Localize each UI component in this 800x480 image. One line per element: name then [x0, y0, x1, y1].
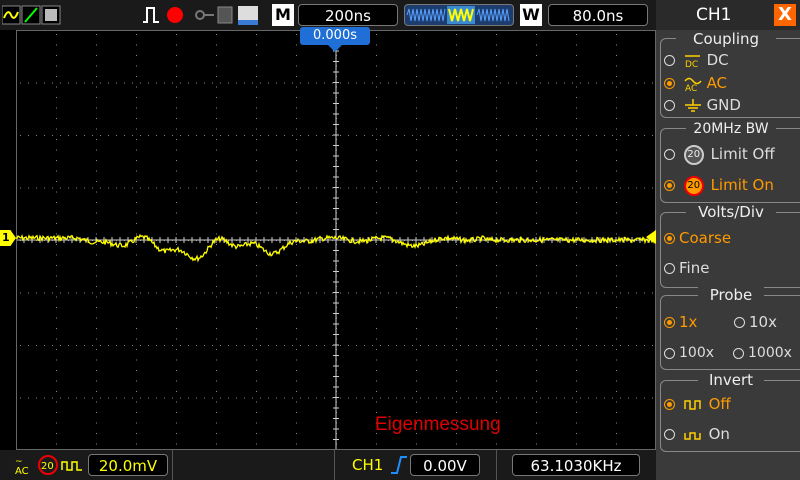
ac-icon: AC: [684, 77, 702, 94]
radio-button: [733, 347, 744, 359]
volts-div-coarse-option[interactable]: Coarse: [664, 228, 731, 248]
divider: [496, 450, 497, 480]
bandwidth-title: 20MHz BW: [686, 120, 776, 138]
waveform-display[interactable]: [16, 30, 656, 450]
trigger-position-readout: 0.000s: [300, 27, 370, 45]
invert-title: Invert: [698, 371, 764, 389]
radio-button: [734, 317, 745, 328]
bw-limit-on-option[interactable]: 20 Limit On: [664, 175, 774, 196]
probe-title: Probe: [698, 286, 764, 304]
storage-icons: [195, 6, 258, 25]
radio-button: [664, 317, 675, 328]
top-status-bar: M 200ns W 80.0ns: [0, 0, 656, 30]
channel1-ground-marker[interactable]: 1: [0, 230, 16, 246]
timebase-readout: 200ns: [298, 4, 398, 26]
graticule-and-trace: [16, 30, 656, 450]
bw-limit-icon: 20: [41, 461, 54, 472]
trigger-status-icon: [143, 7, 183, 23]
channel-coupling-icons: ~ AC 20: [15, 455, 82, 476]
window-indicator: W: [520, 4, 542, 26]
close-button[interactable]: X: [774, 4, 796, 26]
coupling-option-gnd[interactable]: GND: [664, 95, 741, 115]
trigger-level-readout: 0.00V: [410, 454, 480, 476]
toolbar-icons: [2, 5, 61, 25]
probe-10x-option[interactable]: 10x: [734, 312, 777, 332]
radio-button: [664, 233, 675, 244]
probe-1x-option[interactable]: 1x: [664, 312, 697, 332]
volts-div-title: Volts/Div: [686, 203, 776, 221]
probe-1000x-option[interactable]: 1000x: [733, 343, 792, 363]
trigger-position-arrow: [328, 45, 342, 52]
frequency-readout: 63.1030KHz: [512, 454, 640, 476]
window-readout: 80.0ns: [548, 4, 648, 26]
bw-20mhz-icon: 20: [683, 144, 704, 165]
radio-button: [664, 429, 675, 440]
svg-text:AC: AC: [685, 84, 697, 92]
coupling-option-dc[interactable]: DC DC: [664, 50, 729, 70]
bw-20mhz-icon: 20: [683, 175, 704, 196]
svg-text:DC: DC: [685, 60, 698, 69]
radio-button: [664, 78, 675, 89]
ch1-menu-panel: CH1 X Coupling DC DC AC AC GND 20MHz BW …: [656, 0, 800, 480]
radio-button: [664, 180, 675, 191]
bw-limit-off-option[interactable]: 20 Limit Off: [664, 144, 775, 165]
bottom-status-bar: ~ AC 20 20.0mV CH1 0.00V 63.1030KHz: [0, 450, 656, 480]
ground-icon: [684, 98, 701, 112]
rising-edge-icon: [391, 456, 407, 474]
invert-off-option[interactable]: Off: [664, 394, 731, 414]
radio-button: [664, 100, 675, 111]
probe-icon: [61, 461, 82, 471]
divider: [334, 450, 335, 480]
coupling-title: Coupling: [676, 30, 776, 48]
memory-window-indicator: [404, 4, 514, 26]
overlay-label: Eigenmessung: [375, 414, 501, 435]
mode-indicator: M: [272, 4, 294, 26]
coupling-option-ac[interactable]: AC AC: [664, 73, 727, 94]
radio-button: [664, 399, 675, 410]
ac-coupling-icon: AC: [15, 466, 29, 476]
radio-button: [664, 149, 675, 160]
volts-div-fine-option[interactable]: Fine: [664, 258, 709, 278]
menu-header: CH1 X: [656, 0, 800, 30]
menu-title: CH1: [696, 5, 732, 25]
trigger-channel: CH1: [352, 456, 384, 474]
volts-div-readout: 20.0mV: [88, 454, 168, 476]
probe-100x-option[interactable]: 100x: [664, 343, 714, 363]
inverted-waveform-icon: [684, 431, 701, 440]
invert-on-option[interactable]: On: [664, 424, 730, 444]
radio-button: [664, 347, 675, 359]
waveform-memory-icon: [406, 6, 510, 24]
radio-button: [664, 263, 675, 274]
radio-button: [664, 55, 675, 66]
divider: [172, 450, 173, 480]
dc-icon: DC: [684, 54, 700, 70]
normal-waveform-icon: [684, 399, 701, 410]
